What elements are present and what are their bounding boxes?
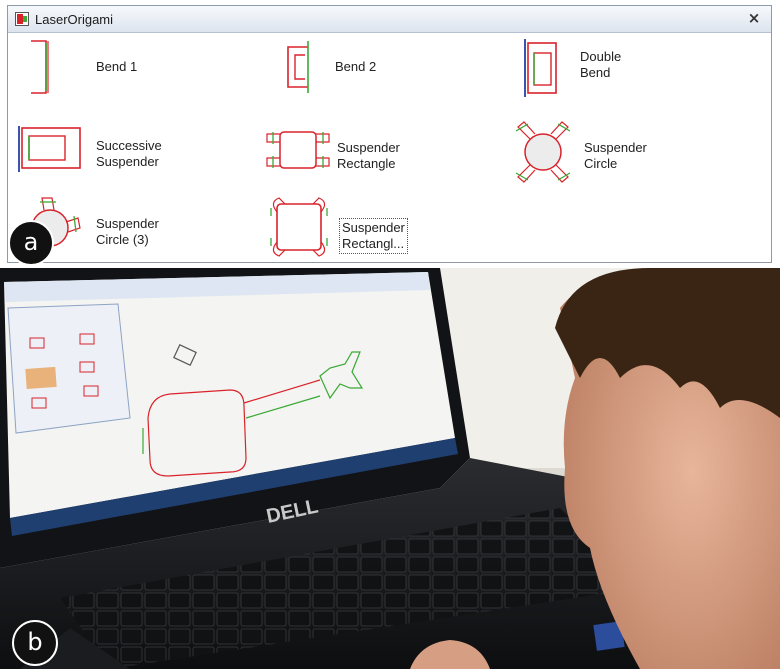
tool-suspender-rectangle-2[interactable]: Suspender Rectangl... [263,194,498,257]
panel-b-badge: b [12,620,58,666]
tool-label: Suspender Circle [584,140,647,171]
laserorigami-dialog: LaserOrigami × Bend 1 Bend 2 Double Bend… [7,5,772,263]
close-button[interactable]: × [745,9,763,27]
tool-label: Bend 2 [335,59,377,74]
titlebar[interactable]: LaserOrigami × [8,6,771,33]
panel-a-laserorigami-window-figure: LaserOrigami × Bend 1 Bend 2 Double Bend… [0,0,780,268]
tool-bend-2[interactable]: Bend 2 [263,37,498,99]
panel-a-badge: a [8,220,54,266]
suspender-rectangle-2-icon [270,197,328,257]
tool-label: Suspender Circle (3) [96,216,159,247]
tool-successive-suspender[interactable]: Successive Suspender [16,124,251,186]
tool-label: Suspender Rectangle [337,140,400,171]
bend-1-icon [31,40,49,94]
tool-label: Double Bend [580,49,622,80]
suspender-rectangle-icon [266,131,330,169]
laptop-photo: DELL [0,268,780,669]
suspender-circle-icon [515,121,571,183]
tool-suspender-circle[interactable]: Suspender Circle [508,121,743,183]
successive-suspender-icon [18,126,81,172]
double-bend-icon [524,39,557,97]
tool-bend-1[interactable]: Bend 1 [16,37,251,99]
panel-b-photo-user-at-laptop: DELL b [0,268,780,669]
tool-double-bend[interactable]: Double Bend [508,37,743,99]
tool-label: Successive Suspender [96,138,162,169]
bend-2-icon [287,41,309,93]
tool-label: Bend 1 [96,59,138,74]
laserorigami-app-icon [15,12,29,26]
tool-label-selected: Suspender Rectangl... [339,218,408,254]
window-title: LaserOrigami [35,12,114,27]
tool-suspender-rectangle[interactable]: Suspender Rectangle [263,124,498,186]
